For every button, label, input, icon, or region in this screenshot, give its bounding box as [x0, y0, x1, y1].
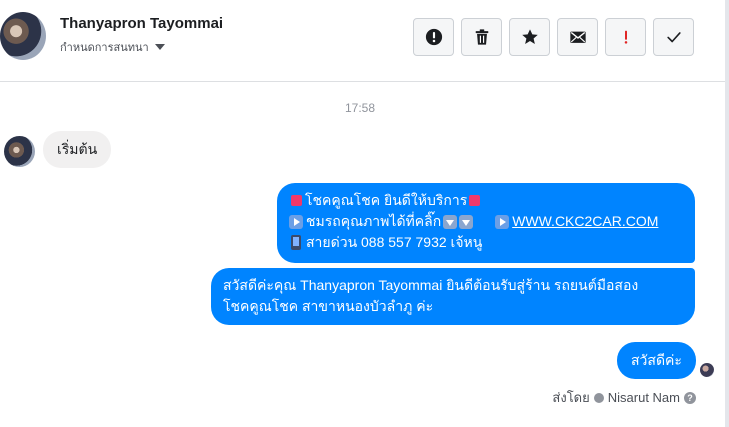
envelope-icon [569, 31, 586, 43]
conversation-toolbar [413, 18, 694, 56]
exclamation-icon [624, 30, 627, 44]
outgoing-message-bubble[interactable]: สวัสดีค่ะคุณ Thanyapron Tayommai ยินดีต้… [211, 268, 695, 325]
sender-avatar[interactable] [4, 136, 35, 167]
message-line: โชคคูณโชค สาขาหนองบัวลำภู ค่ะ [223, 298, 434, 314]
message-line: โชคคูณโชค ยินดีให้บริการ [289, 190, 683, 211]
red-sparkle-icon [291, 195, 302, 206]
conversation-settings-label: กำหนดการสนทนา [60, 42, 149, 54]
report-spam-button[interactable] [413, 18, 454, 56]
message-text: โชคคูณโชค ยินดีให้บริการ [305, 192, 468, 208]
down-arrow-icon [459, 214, 474, 229]
seen-receipt-avatar [700, 363, 714, 377]
outgoing-message-bubble[interactable]: โชคคูณโชค ยินดีให้บริการ ชมรถคุณภาพได้ที… [277, 183, 695, 263]
play-button-icon [495, 214, 510, 229]
help-icon[interactable]: ? [684, 391, 696, 404]
website-link[interactable]: WWW.CKC2CAR.COM [512, 211, 658, 232]
important-button[interactable] [605, 18, 646, 56]
contact-name[interactable]: Thanyapron Tayommai [60, 15, 223, 32]
play-button-icon [289, 214, 303, 229]
trash-icon [475, 29, 488, 45]
mobile-phone-icon [291, 235, 301, 250]
mark-unread-button[interactable] [557, 18, 598, 56]
messenger-conversation: Thanyapron Tayommai กำหนดการสนทนา 17:58 … [0, 0, 729, 427]
scrollbar[interactable] [725, 0, 729, 427]
contact-avatar[interactable] [0, 12, 46, 60]
alert-circle-icon [425, 28, 442, 46]
message-timestamp: 17:58 [344, 101, 376, 115]
incoming-message-bubble[interactable]: เริ่มต้น [43, 131, 112, 168]
delete-button[interactable] [461, 18, 502, 56]
check-icon [666, 32, 681, 43]
conversation-settings-dropdown[interactable]: กำหนดการสนทนา [60, 38, 165, 56]
message-text: ชมรถคุณภาพได้ที่คลิ๊ก [306, 213, 442, 229]
message-text: สายด่วน 088 557 7932 เจ้หนู [306, 234, 483, 250]
caret-down-icon [154, 44, 165, 50]
message-line: สายด่วน 088 557 7932 เจ้หนู [289, 232, 683, 253]
message-line: สวัสดีค่ะคุณ Thanyapron Tayommai ยินดีต้… [223, 277, 639, 293]
mark-done-button[interactable] [653, 18, 694, 56]
message-line: ชมรถคุณภาพได้ที่คลิ๊ก WWW.CKC2CAR.COM [289, 211, 683, 232]
sent-check-icon [593, 392, 604, 403]
sent-by-name: Nisarut Nam [607, 390, 680, 405]
star-icon [521, 29, 538, 45]
conversation-header: Thanyapron Tayommai กำหนดการสนทนา [0, 0, 725, 82]
red-sparkle-icon [469, 195, 481, 206]
outgoing-message-bubble[interactable]: สวัสดีค่ะ [617, 342, 696, 379]
sent-by-info: ส่งโดย Nisarut Nam ? [552, 387, 696, 408]
sent-by-label: ส่งโดย [552, 390, 590, 405]
down-arrow-icon [443, 214, 458, 229]
star-button[interactable] [509, 18, 550, 56]
